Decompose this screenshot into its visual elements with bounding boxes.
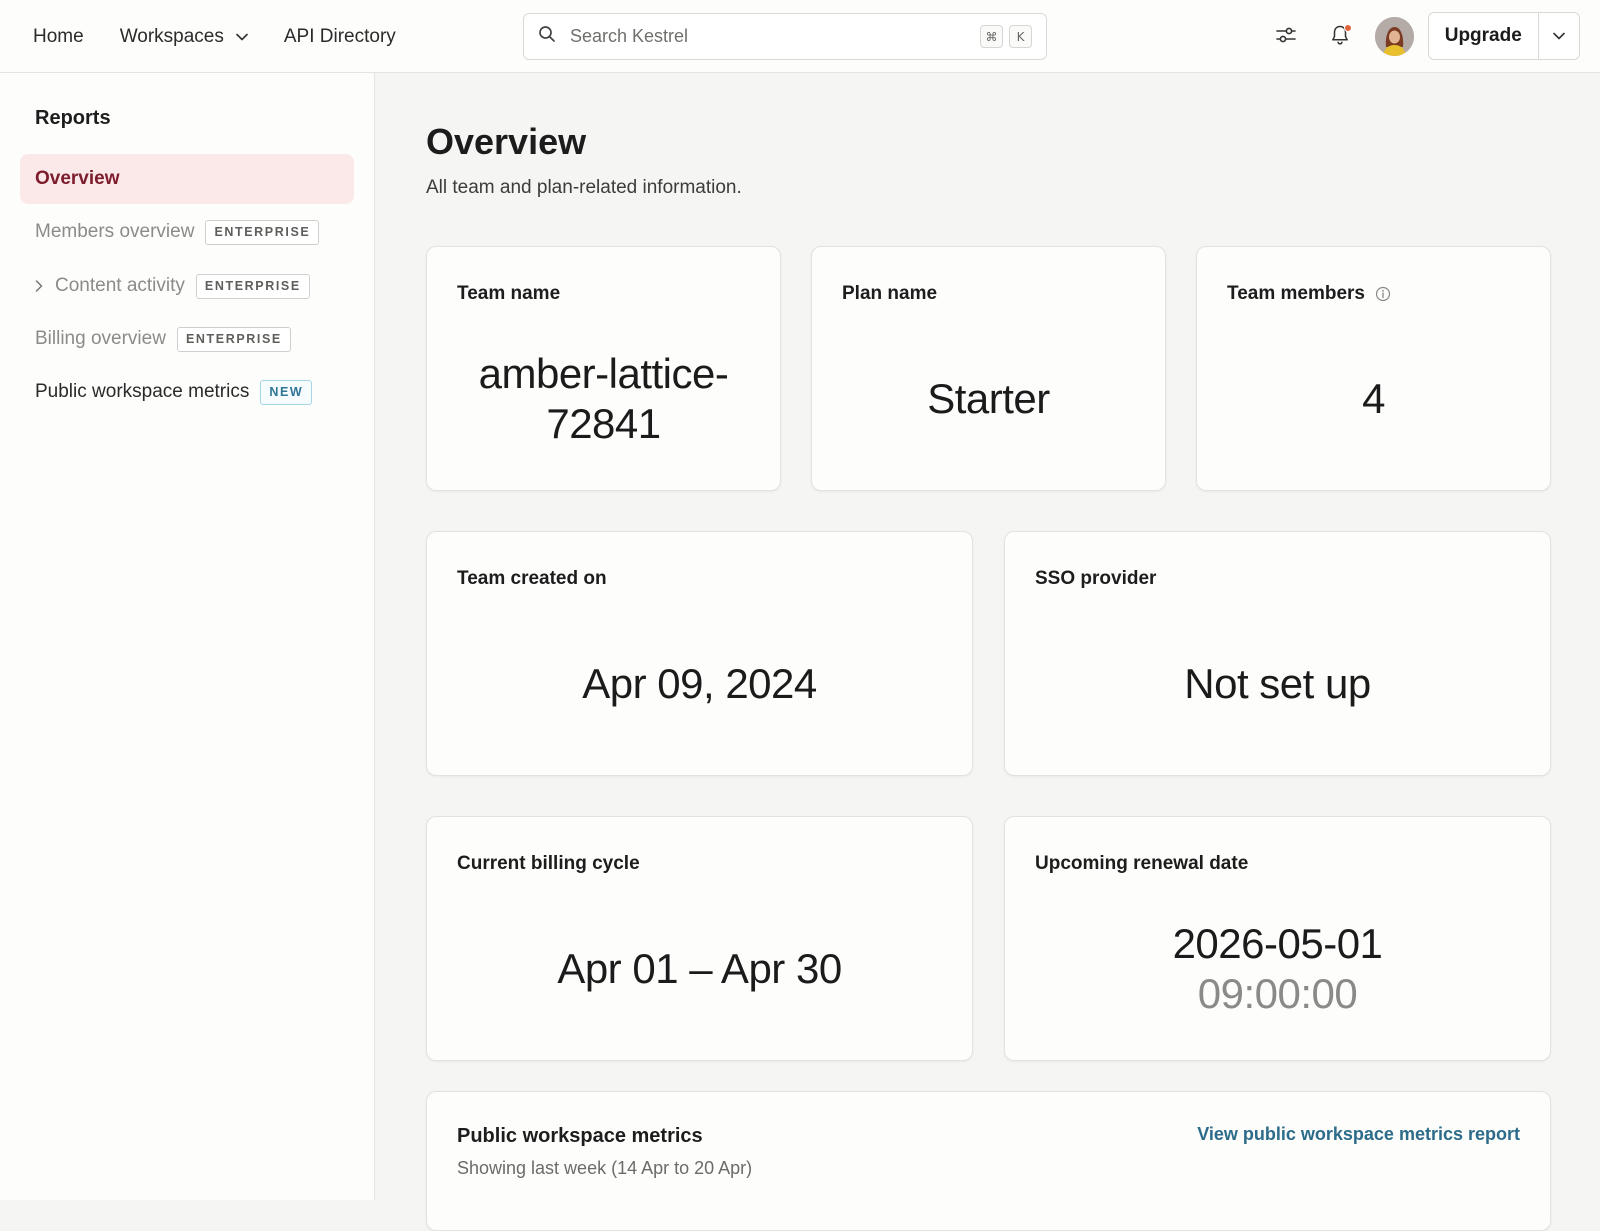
nav-home[interactable]: Home	[33, 26, 84, 48]
sidebar-item-members-overview[interactable]: Members overview ENTERPRISE	[20, 207, 354, 257]
reports-sidebar: Reports Overview Members overview ENTERP…	[0, 73, 375, 1200]
sidebar-item-label: Billing overview	[35, 328, 166, 349]
sidebar-item-label: Members overview	[35, 221, 195, 242]
renewal-date-value: 2026-05-01 09:00:00	[1005, 907, 1550, 1030]
nav-workspaces-label: Workspaces	[119, 25, 224, 47]
shortcut-key-k: K	[1009, 25, 1032, 48]
search-placeholder: Search Kestrel	[570, 26, 689, 46]
team-created-card: Team created on Apr 09, 2024	[426, 531, 973, 776]
chevron-down-icon	[236, 33, 248, 41]
metrics-subtitle: Showing last week (14 Apr to 20 Apr)	[457, 1158, 753, 1178]
search-input[interactable]: Search Kestrel ⌘ K	[523, 13, 1047, 60]
top-bar: Home Workspaces API Directory Search Kes…	[0, 0, 1600, 73]
plan-name-value: Starter	[927, 374, 1050, 422]
nav-api-directory[interactable]: API Directory	[284, 26, 396, 48]
card-label: Team name	[457, 283, 561, 304]
card-label: SSO provider	[1035, 568, 1157, 589]
upgrade-button[interactable]: Upgrade	[1429, 13, 1538, 59]
nav-api-directory-label: API Directory	[283, 25, 396, 47]
team-name-card: Team name amber-lattice- 72841	[426, 246, 781, 491]
filter-settings-button[interactable]	[1271, 22, 1301, 52]
team-name-value: amber-lattice- 72841	[427, 337, 780, 460]
renewal-date-card: Upcoming renewal date 2026-05-01 09:00:0…	[1004, 816, 1551, 1061]
enterprise-badge: ENTERPRISE	[176, 326, 291, 352]
sidebar-item-label: Overview	[35, 168, 120, 189]
billing-cycle-value: Apr 01 – Apr 30	[557, 944, 842, 992]
view-metrics-report-link[interactable]: View public workspace metrics report	[1197, 1124, 1520, 1145]
sidebar-item-label: Public workspace metrics	[35, 381, 250, 402]
new-badge: NEW	[260, 379, 313, 405]
chevron-right-icon[interactable]	[35, 280, 43, 292]
team-name-line-2: 72841	[546, 399, 661, 447]
card-label: Team created on	[457, 568, 607, 589]
team-created-value: Apr 09, 2024	[582, 659, 817, 707]
public-metrics-panel: Public workspace metrics Showing last we…	[426, 1091, 1551, 1231]
shortcut-key-cmd: ⌘	[980, 25, 1003, 48]
sso-provider-value: Not set up	[1184, 659, 1371, 707]
metrics-title: Public workspace metrics	[457, 1125, 703, 1147]
sidebar-heading: Reports	[35, 107, 111, 129]
team-members-card: Team members 4	[1196, 246, 1551, 491]
enterprise-badge: ENTERPRISE	[195, 273, 310, 299]
team-name-line-1: amber-lattice-	[478, 349, 729, 397]
page-title: Overview	[426, 121, 587, 162]
chevron-down-icon	[1552, 27, 1565, 45]
notification-dot	[1344, 24, 1352, 32]
card-label: Team members	[1227, 283, 1391, 305]
nav-workspaces[interactable]: Workspaces	[120, 26, 248, 48]
sidebar-item-overview[interactable]: Overview	[20, 154, 354, 204]
nav-home-label: Home	[33, 25, 84, 47]
billing-cycle-card: Current billing cycle Apr 01 – Apr 30	[426, 816, 973, 1061]
sidebar-item-billing-overview[interactable]: Billing overview ENTERPRISE	[20, 314, 354, 364]
notifications-button[interactable]	[1325, 22, 1355, 52]
upgrade-split-button: Upgrade	[1428, 12, 1580, 60]
card-label-text: Team members	[1227, 283, 1365, 304]
card-label: Upcoming renewal date	[1035, 853, 1249, 874]
info-icon[interactable]	[1375, 286, 1391, 302]
sidebar-item-label: Content activity	[55, 275, 185, 296]
avatar[interactable]	[1375, 17, 1414, 56]
enterprise-badge: ENTERPRISE	[205, 219, 320, 245]
sidebar-item-public-workspace-metrics[interactable]: Public workspace metrics NEW	[20, 367, 354, 417]
renewal-time: 09:00:00	[1197, 969, 1358, 1017]
page-subtitle: All team and plan-related information.	[426, 177, 742, 198]
sidebar-item-content-activity[interactable]: Content activity ENTERPRISE	[20, 261, 354, 311]
card-label: Plan name	[842, 283, 938, 304]
sso-provider-card: SSO provider Not set up	[1004, 531, 1551, 776]
search-icon	[538, 25, 556, 48]
card-label: Current billing cycle	[457, 853, 640, 874]
plan-name-card: Plan name Starter	[811, 246, 1166, 491]
upgrade-options-button[interactable]	[1537, 13, 1579, 59]
team-members-value: 4	[1362, 374, 1385, 422]
renewal-date: 2026-05-01	[1172, 919, 1383, 967]
main-nav: Home Workspaces API Directory	[33, 0, 432, 73]
main-content: Overview All team and plan-related infor…	[376, 73, 1600, 1231]
sliders-icon	[1275, 25, 1297, 50]
